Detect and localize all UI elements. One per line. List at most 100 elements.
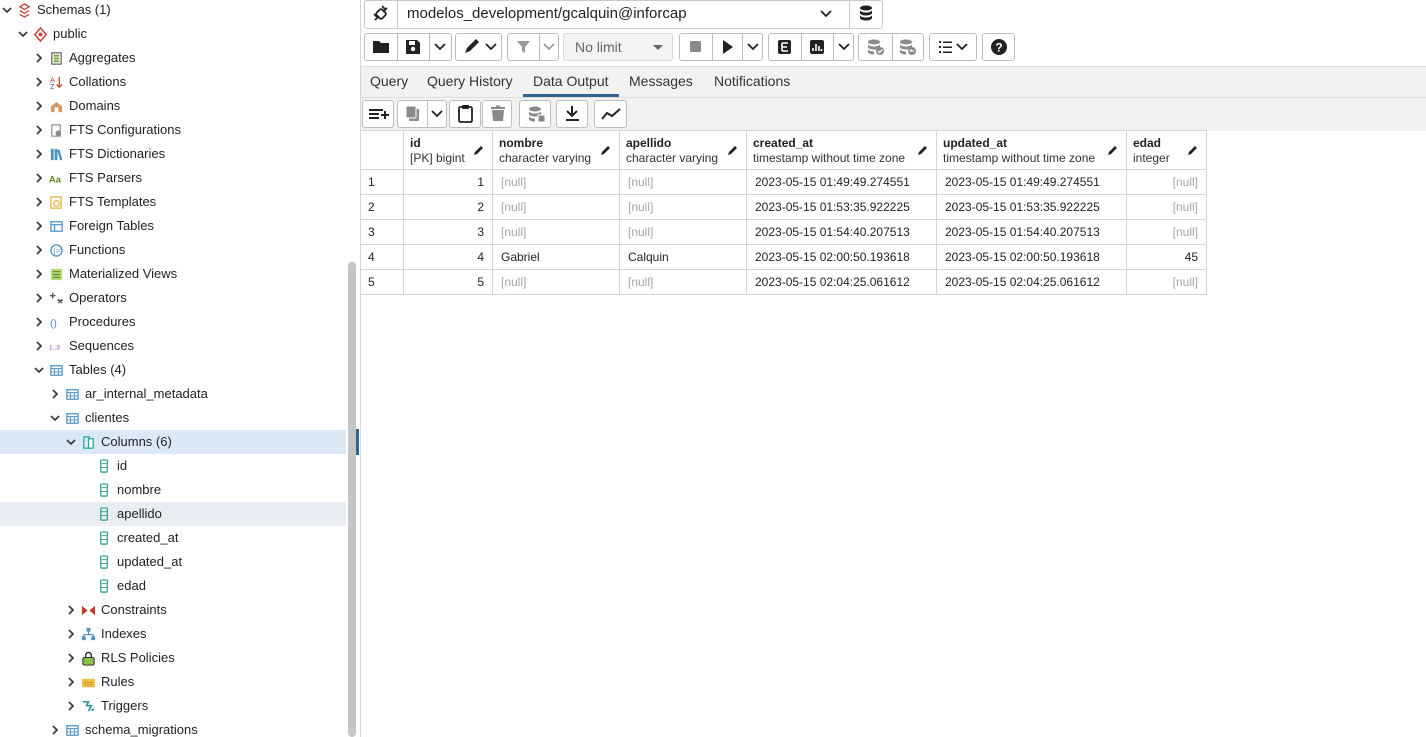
tree-item-foreign-tables[interactable]: Foreign Tables: [0, 214, 346, 238]
cell-created-at[interactable]: 2023-05-15 02:04:25.061612: [746, 269, 937, 295]
pencil-icon[interactable]: [600, 144, 612, 156]
cell-edad[interactable]: 45: [1126, 244, 1207, 270]
cell-nombre[interactable]: [null]: [492, 194, 620, 220]
chevron-right-icon[interactable]: [34, 293, 44, 303]
chevron-down-icon[interactable]: [18, 29, 28, 39]
tree-item-collations[interactable]: A Z Collations: [0, 70, 346, 94]
table-row[interactable]: 1 1 [null] [null] 2023-05-15 01:49:49.274551…: [361, 169, 1207, 195]
explain-icon[interactable]: [769, 34, 802, 60]
filter-chevron-icon[interactable]: [539, 34, 559, 60]
cell-apellido[interactable]: [null]: [619, 269, 747, 295]
cell-created-at[interactable]: 2023-05-15 01:53:35.922225: [746, 194, 937, 220]
chevron-right-icon[interactable]: [34, 173, 44, 183]
cell-updated-at[interactable]: 2023-05-15 01:53:35.922225: [936, 194, 1127, 220]
chevron-right-icon[interactable]: [34, 149, 44, 159]
new-connection-icon[interactable]: [849, 1, 883, 28]
save-file-icon[interactable]: [397, 34, 430, 60]
pencil-icon[interactable]: [1187, 144, 1199, 156]
cell-updated-at[interactable]: 2023-05-15 02:00:50.193618: [936, 244, 1127, 270]
tree-item-triggers[interactable]: Triggers: [0, 694, 346, 718]
table-row[interactable]: 5 5 [null] [null] 2023-05-15 02:04:25.061612…: [361, 269, 1207, 295]
chevron-right-icon[interactable]: [34, 221, 44, 231]
tree-item-fts-templates[interactable]: FTS Templates: [0, 190, 346, 214]
cell-id[interactable]: 1: [403, 169, 493, 195]
cell-nombre[interactable]: [null]: [492, 269, 620, 295]
execute-play-icon[interactable]: [712, 34, 742, 60]
tree-item-ar-internal-metadata[interactable]: ar_internal_metadata: [0, 382, 346, 406]
tree-item-updated-at[interactable]: updated_at: [0, 550, 346, 574]
tree-item-created-at[interactable]: created_at: [0, 526, 346, 550]
cell-edad[interactable]: [null]: [1126, 194, 1207, 220]
pencil-icon[interactable]: [1107, 144, 1119, 156]
copy-icon[interactable]: [398, 101, 428, 127]
tree-item-procedures[interactable]: () Procedures: [0, 310, 346, 334]
tab-query[interactable]: Query: [370, 73, 408, 89]
row-number[interactable]: 2: [361, 194, 404, 220]
cell-created-at[interactable]: 2023-05-15 01:49:49.274551: [746, 169, 937, 195]
tree-scrollbar[interactable]: [346, 0, 361, 737]
chevron-right-icon[interactable]: [34, 77, 44, 87]
explain-chevron-icon[interactable]: [833, 34, 854, 60]
table-row[interactable]: 2 2 [null] [null] 2023-05-15 01:53:35.922225…: [361, 194, 1207, 220]
row-number[interactable]: 5: [361, 269, 404, 295]
pencil-icon[interactable]: [917, 144, 929, 156]
cell-created-at[interactable]: 2023-05-15 02:00:50.193618: [746, 244, 937, 270]
cell-updated-at[interactable]: 2023-05-15 02:04:25.061612: [936, 269, 1127, 295]
pencil-icon[interactable]: [473, 144, 485, 156]
column-header-updated-at[interactable]: updated_at timestamp without time zone: [936, 131, 1127, 170]
row-number-header[interactable]: [361, 131, 404, 170]
tab-query-history[interactable]: Query History: [427, 73, 513, 89]
cell-nombre[interactable]: [null]: [492, 219, 620, 245]
tree-item-rls-policies[interactable]: RLS Policies: [0, 646, 346, 670]
table-row[interactable]: 4 4 Gabriel Calquin 2023-05-15 02:00:50.1936…: [361, 244, 1207, 270]
cell-apellido[interactable]: Calquin: [619, 244, 747, 270]
chevron-right-icon[interactable]: [34, 101, 44, 111]
tree-item-edad[interactable]: edad: [0, 574, 346, 598]
tree-item-constraints[interactable]: Constraints: [0, 598, 346, 622]
chevron-right-icon[interactable]: [66, 701, 76, 711]
tree-scrollbar-thumb[interactable]: [348, 262, 356, 737]
add-row-button[interactable]: [362, 100, 394, 128]
cell-nombre[interactable]: Gabriel: [492, 244, 620, 270]
row-number[interactable]: 3: [361, 219, 404, 245]
row-limit-select[interactable]: No limit: [563, 33, 673, 61]
tree-item-id[interactable]: id: [0, 454, 346, 478]
save-options-chevron-icon[interactable]: [429, 34, 451, 60]
cell-edad[interactable]: [null]: [1126, 219, 1207, 245]
download-button[interactable]: [556, 100, 588, 128]
delete-button[interactable]: [482, 100, 512, 128]
row-number[interactable]: 4: [361, 244, 404, 270]
tree-item-schemas-1[interactable]: Schemas (1): [0, 0, 346, 22]
commit-icon[interactable]: [859, 34, 893, 60]
tree-item-operators[interactable]: Operators: [0, 286, 346, 310]
chevron-down-icon[interactable]: [34, 365, 44, 375]
explain-analyze-icon[interactable]: [801, 34, 833, 60]
tree-item-fts-parsers[interactable]: Aa FTS Parsers: [0, 166, 346, 190]
column-header-nombre[interactable]: nombre character varying: [492, 131, 620, 170]
execute-chevron-icon[interactable]: [742, 34, 763, 60]
chevron-right-icon[interactable]: [34, 197, 44, 207]
copy-chevron-icon[interactable]: [427, 101, 447, 127]
tab-messages[interactable]: Messages: [629, 73, 693, 89]
cell-apellido[interactable]: [null]: [619, 194, 747, 220]
chevron-right-icon[interactable]: [34, 245, 44, 255]
tree-item-domains[interactable]: Domains: [0, 94, 346, 118]
stop-icon[interactable]: [680, 34, 713, 60]
cell-edad[interactable]: [null]: [1126, 169, 1207, 195]
tree-item-fts-dictionaries[interactable]: FTS Dictionaries: [0, 142, 346, 166]
tree-item-sequences[interactable]: 1..3 Sequences: [0, 334, 346, 358]
cell-apellido[interactable]: [null]: [619, 169, 747, 195]
cell-edad[interactable]: [null]: [1126, 269, 1207, 295]
cell-id[interactable]: 5: [403, 269, 493, 295]
tab-data-output[interactable]: Data Output: [533, 73, 609, 89]
tree-item-public[interactable]: public: [0, 22, 346, 46]
graph-visualiser-button[interactable]: [594, 100, 627, 128]
tree-item-aggregates[interactable]: Aggregates: [0, 46, 346, 70]
chevron-right-icon[interactable]: [66, 677, 76, 687]
open-file-icon[interactable]: [365, 34, 398, 60]
column-header-edad[interactable]: edad integer: [1126, 131, 1207, 170]
cell-id[interactable]: 2: [403, 194, 493, 220]
cell-updated-at[interactable]: 2023-05-15 01:54:40.207513: [936, 219, 1127, 245]
chevron-down-icon[interactable]: [2, 5, 12, 15]
tab-notifications[interactable]: Notifications: [714, 73, 790, 89]
